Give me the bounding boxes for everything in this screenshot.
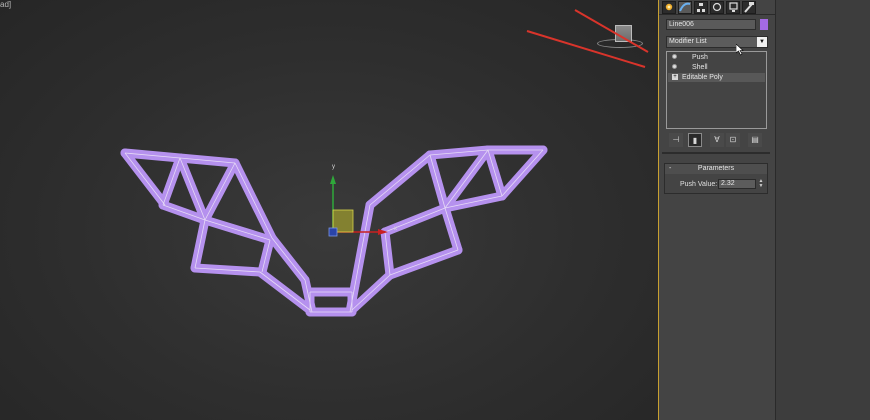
annotation-arrow (574, 9, 649, 53)
create-icon (665, 3, 673, 11)
lightbulb-icon[interactable] (672, 54, 677, 59)
stack-item-editable-poly[interactable]: + Editable Poly (668, 73, 765, 82)
hierarchy-icon (697, 3, 705, 12)
stack-item-push[interactable]: Push (668, 53, 765, 62)
remove-modifier-icon[interactable]: ⊡ (726, 133, 740, 147)
empty-side-area (775, 0, 870, 420)
push-value-field[interactable]: 2.32 (718, 179, 756, 189)
lightbulb-icon[interactable] (672, 64, 677, 69)
chevron-down-icon[interactable]: ▼ (757, 37, 767, 47)
perspective-viewport[interactable]: ad] y x (0, 0, 659, 420)
parameters-rollout-header[interactable]: - Parameters (665, 164, 767, 174)
mouse-cursor-icon (736, 44, 744, 56)
rollout-title: Parameters (697, 165, 735, 172)
object-name-field[interactable]: Line006 (666, 19, 756, 30)
configure-modifier-sets-icon[interactable]: ▤ (748, 133, 762, 147)
stack-toolbar: ⊣ ▮ ∀ ⊡ ▤ (666, 133, 768, 149)
pin-stack-icon[interactable]: ⊣ (669, 133, 683, 147)
object-color-swatch[interactable] (760, 19, 768, 30)
parameters-rollout: - Parameters Push Value: 2.32 ▲ ▼ (664, 163, 768, 194)
annotation-arrow (526, 30, 646, 68)
stack-item-shell[interactable]: Shell (668, 63, 765, 72)
panel-separator (662, 152, 770, 154)
modify-icon (679, 2, 691, 12)
tab-icons (665, 2, 754, 13)
modifier-list-label: Modifier List (669, 38, 707, 45)
annotation-arrows (526, 9, 649, 68)
modifier-stack[interactable]: Push Shell + Editable Poly (666, 51, 767, 129)
make-unique-icon[interactable]: ∀ (710, 133, 724, 147)
expand-plus-icon[interactable]: + (672, 74, 678, 80)
modifier-list-dropdown[interactable]: Modifier List ▼ (666, 36, 768, 48)
spinner-arrows-icon[interactable]: ▲ ▼ (758, 179, 764, 189)
stack-item-label: Editable Poly (682, 74, 723, 81)
push-value-label: Push Value: (680, 181, 718, 188)
stack-item-label: Shell (692, 64, 708, 71)
stack-item-label: Push (692, 54, 708, 61)
display-icon (729, 2, 738, 12)
utilities-icon (744, 2, 754, 13)
show-end-result-icon[interactable]: ▮ (688, 133, 702, 147)
motion-icon (712, 2, 722, 12)
